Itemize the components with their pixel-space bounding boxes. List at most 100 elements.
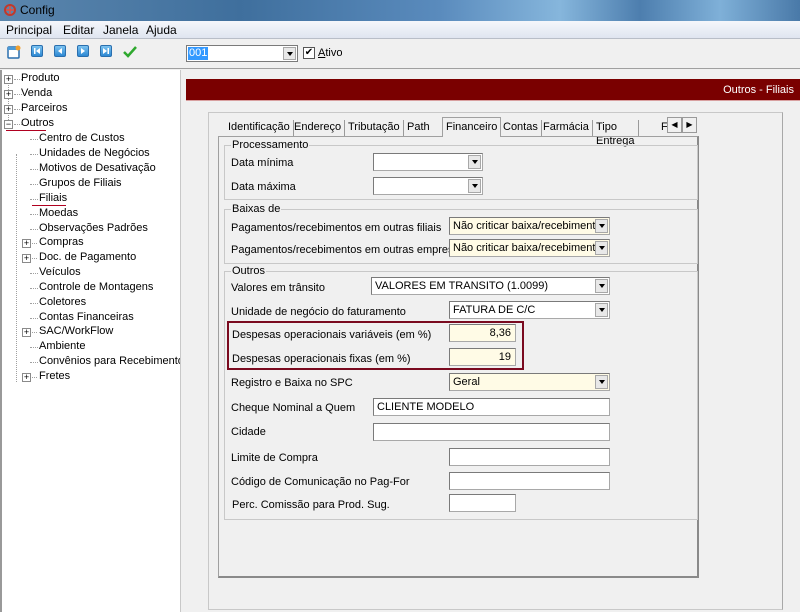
chevron-down-icon[interactable] [468, 179, 481, 193]
expand-icon[interactable]: + [22, 328, 31, 337]
tree-item-produto[interactable]: Produto [21, 71, 60, 86]
despesas-variaveis-label: Despesas operacionais variáveis (em %) [232, 329, 432, 341]
expand-icon[interactable]: + [4, 90, 13, 99]
tree-item-grupos-de-filiais[interactable]: Grupos de Filiais [39, 176, 122, 191]
tab-farmacia[interactable]: Farmácia [540, 120, 593, 136]
app-logo-icon [4, 4, 16, 16]
valores-transito-value: VALORES EM TRANSITO (1.0099) [375, 280, 549, 292]
tab-identificacao[interactable]: Identificação [225, 120, 294, 136]
previous-record-icon [54, 45, 66, 57]
unidade-negocio-select[interactable]: FATURA DE C/C [449, 301, 610, 319]
tab-path[interactable]: Path [404, 120, 433, 136]
tree-item-sac-workflow[interactable]: SAC/WorkFlow [39, 324, 113, 339]
tree-item-filiais[interactable]: Filiais [39, 191, 67, 206]
chevron-down-icon[interactable] [595, 241, 608, 255]
section-banner: Outros - Filiais [186, 79, 800, 101]
new-record-icon [7, 45, 21, 59]
despesas-variaveis-input[interactable]: 8,36 [449, 324, 516, 342]
navigation-tree[interactable]: + Produto + Venda + Parceiros − Outros C… [0, 70, 181, 612]
valores-transito-select[interactable]: VALORES EM TRANSITO (1.0099) [371, 277, 610, 295]
expand-icon[interactable]: + [22, 373, 31, 382]
expand-icon[interactable]: + [4, 105, 13, 114]
previous-record-button[interactable] [54, 45, 68, 59]
next-record-icon [77, 45, 89, 57]
tab-endereco[interactable]: Endereço [291, 120, 346, 136]
ativo-checkbox[interactable]: ✔ [303, 47, 315, 59]
data-maxima-field[interactable] [373, 177, 483, 195]
comissao-input[interactable] [449, 494, 516, 512]
limite-compra-input[interactable] [449, 448, 610, 466]
tab-tributacao[interactable]: Tributação [345, 120, 404, 136]
tree-item-fretes[interactable]: Fretes [39, 369, 70, 384]
tab-scroll-left[interactable]: ◀ [667, 117, 682, 133]
record-code-combo[interactable]: 001 [186, 45, 298, 62]
new-record-button[interactable] [7, 45, 21, 59]
baixa-empresas-label: Pagamentos/recebimentos em outras empres… [231, 244, 466, 256]
chevron-down-icon[interactable] [595, 303, 608, 317]
group-outros-title: Outros [231, 265, 267, 277]
tree-item-moedas[interactable]: Moedas [39, 206, 78, 221]
despesas-fixas-input[interactable]: 19 [449, 348, 516, 366]
menu-janela[interactable]: Janela [103, 23, 138, 37]
chevron-down-icon[interactable] [468, 155, 481, 169]
comissao-label: Perc. Comissão para Prod. Sug. [232, 499, 390, 511]
valores-transito-label: Valores em trânsito [231, 282, 325, 294]
expand-icon[interactable]: + [4, 75, 13, 84]
cheque-nominal-input[interactable]: CLIENTE MODELO [373, 398, 610, 416]
tab-scroll-right[interactable]: ▶ [682, 117, 697, 133]
banner-title: Outros - Filiais [723, 84, 794, 96]
group-processamento-title: Processamento [231, 139, 310, 151]
chevron-down-icon[interactable] [595, 219, 608, 233]
baixa-filiais-select[interactable]: Não criticar baixa/recebimento [449, 217, 610, 235]
unidade-negocio-label: Unidade de negócio do faturamento [231, 306, 406, 318]
tree-item-coletores[interactable]: Coletores [39, 295, 86, 310]
record-code-value: 001 [188, 47, 209, 60]
menu-ajuda[interactable]: Ajuda [146, 23, 177, 37]
spc-value: Geral [453, 376, 480, 388]
tree-item-ambiente[interactable]: Ambiente [39, 339, 85, 354]
tree-item-centro-de-custos[interactable]: Centro de Custos [39, 131, 125, 146]
limite-compra-label: Limite de Compra [231, 452, 318, 464]
expand-icon[interactable]: + [22, 239, 31, 248]
menu-editar[interactable]: Editar [63, 23, 94, 37]
tree-item-unidades-de-negocios[interactable]: Unidades de Negócios [39, 146, 150, 161]
next-record-button[interactable] [77, 45, 91, 59]
ativo-label: Ativo [318, 47, 343, 59]
tree-item-convenios[interactable]: Convênios para Recebimentos c [39, 354, 180, 369]
pagfor-input[interactable] [449, 472, 610, 490]
baixa-empresas-value: Não criticar baixa/recebimento [453, 242, 602, 254]
data-minima-field[interactable] [373, 153, 483, 171]
cidade-label: Cidade [231, 426, 266, 438]
data-maxima-label: Data máxima [231, 181, 296, 193]
unidade-negocio-value: FATURA DE C/C [453, 304, 536, 316]
tree-item-venda[interactable]: Venda [21, 86, 52, 101]
baixa-filiais-label: Pagamentos/recebimentos em outras filiai… [231, 222, 442, 234]
tree-item-contas-financeiras[interactable]: Contas Financeiras [39, 310, 134, 325]
collapse-icon[interactable]: − [4, 120, 13, 129]
title-bar: Config [0, 0, 800, 21]
chevron-down-icon[interactable] [595, 375, 608, 389]
tree-item-outros[interactable]: Outros [21, 116, 54, 131]
cidade-input[interactable] [373, 423, 610, 441]
chevron-down-icon[interactable] [283, 47, 296, 60]
tab-contas[interactable]: Contas [500, 120, 542, 136]
menu-principal[interactable]: Principal [6, 23, 52, 37]
tree-item-motivos-de-desativacao[interactable]: Motivos de Desativação [39, 161, 156, 176]
baixa-empresas-select[interactable]: Não criticar baixa/recebimento [449, 239, 610, 257]
menu-bar: Principal Editar Janela Ajuda [0, 21, 800, 39]
tree-item-doc-de-pagamento[interactable]: Doc. de Pagamento [39, 250, 136, 265]
tree-item-veiculos[interactable]: Veículos [39, 265, 81, 280]
tree-item-parceiros[interactable]: Parceiros [21, 101, 67, 116]
tree-item-compras[interactable]: Compras [39, 235, 84, 250]
tree-item-observacoes-padroes[interactable]: Observações Padrões [39, 221, 148, 236]
spc-select[interactable]: Geral [449, 373, 610, 391]
first-record-button[interactable] [31, 45, 45, 59]
tab-tipo-entrega[interactable]: Tipo Entrega [593, 120, 639, 147]
expand-icon[interactable]: + [22, 254, 31, 263]
confirm-button[interactable] [123, 45, 137, 59]
tab-financeiro[interactable]: Financeiro [442, 117, 502, 137]
tree-item-controle-de-montagens[interactable]: Controle de Montagens [39, 280, 153, 295]
first-record-icon [31, 45, 43, 57]
last-record-button[interactable] [100, 45, 114, 59]
chevron-down-icon[interactable] [595, 279, 608, 293]
